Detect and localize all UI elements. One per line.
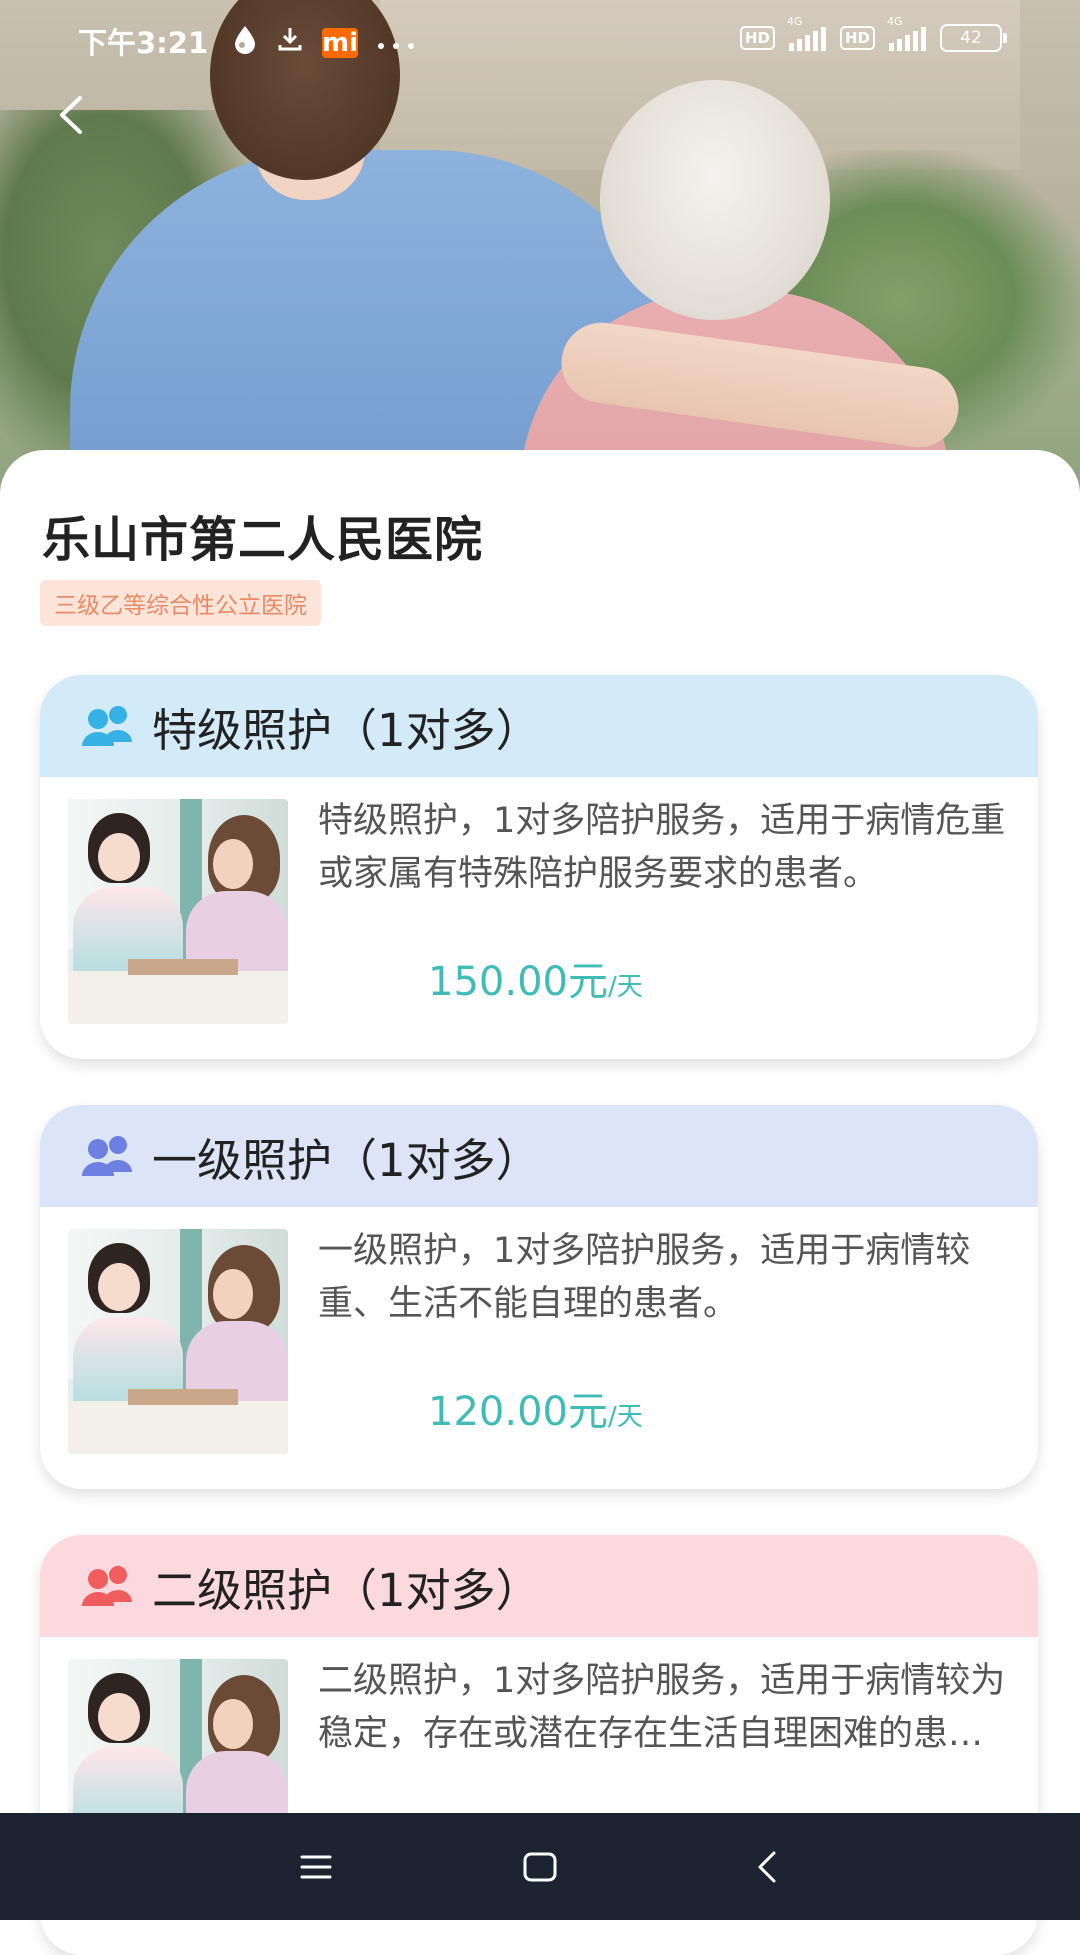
hospital-level-tag: 三级乙等综合性公立医院: [40, 580, 321, 626]
card-header: 特级照护（1对多）: [40, 675, 1038, 777]
nav-menu-button[interactable]: [292, 1843, 340, 1891]
back-chevron-icon: [758, 1851, 776, 1883]
mi-app-icon: mi: [322, 27, 359, 58]
status-notification-icons: mi: [232, 24, 416, 61]
card-title: 特级照护（1对多）: [152, 703, 541, 757]
card-title: 二级照护（1对多）: [152, 1563, 541, 1617]
content-sheet: 乐山市第二人民医院 三级乙等综合性公立医院 特级照护（1对多） 特级照护，1对多…: [0, 450, 1080, 1955]
battery-icon: 42: [940, 24, 1007, 52]
system-navigation-bar: [0, 1813, 1080, 1920]
card-body: 一级照护，1对多陪护服务，适用于病情较重、生活不能自理的患者。 120.00元/…: [40, 1207, 1038, 1487]
signal-icon: 4G: [887, 15, 926, 51]
status-system-icons: HD 4G HD 4G 42: [739, 15, 1007, 52]
price-unit: /天: [607, 972, 643, 1002]
home-square-icon: [523, 1852, 557, 1882]
price-value: 120.00元: [428, 1389, 608, 1435]
card-title: 一级照护（1对多）: [152, 1133, 541, 1187]
nav-back-button[interactable]: [744, 1843, 792, 1891]
signal-label: 4G: [887, 15, 903, 28]
people-group-icon: [82, 706, 132, 746]
back-arrow-icon: [60, 96, 82, 134]
price-value: 150.00元: [428, 959, 608, 1005]
card-body: 特级照护，1对多陪护服务，适用于病情危重或家属有特殊陪护服务要求的患者。 150…: [40, 777, 1038, 1057]
card-header: 二级照护（1对多）: [40, 1535, 1038, 1637]
care-photo: [68, 1229, 288, 1454]
hero-elder-head: [600, 80, 830, 320]
care-card-special[interactable]: 特级照护（1对多） 特级照护，1对多陪护服务，适用于病情危重或家属有特殊陪护服务…: [40, 675, 1038, 1059]
price-unit: /天: [607, 1402, 643, 1432]
nav-home-button[interactable]: [516, 1843, 564, 1891]
hd-badge: HD: [739, 26, 775, 50]
hd-badge: HD: [839, 26, 875, 50]
care-photo: [68, 799, 288, 1024]
menu-icon: [300, 1855, 332, 1879]
card-description: 一级照护，1对多陪护服务，适用于病情较重、生活不能自理的患者。: [318, 1231, 971, 1324]
care-card-level-1[interactable]: 一级照护（1对多） 一级照护，1对多陪护服务，适用于病情较重、生活不能自理的患者…: [40, 1105, 1038, 1489]
signal-label: 4G: [786, 15, 803, 28]
signal-icon: 4G: [787, 15, 826, 51]
download-icon: [276, 25, 304, 60]
card-description: 二级照护，1对多陪护服务，适用于病情较为稳定，存在或潜在存在生活自理困难的患者。: [318, 1661, 1006, 1754]
drop-icon: [232, 24, 258, 61]
people-group-icon: [82, 1566, 132, 1606]
back-button[interactable]: [50, 92, 96, 138]
card-price: 150.00元/天: [428, 949, 643, 1007]
card-description: 特级照护，1对多陪护服务，适用于病情危重或家属有特殊陪护服务要求的患者。: [318, 801, 1006, 894]
status-bar: 下午3:21 mi HD 4G HD 4G 42: [0, 0, 1080, 80]
people-group-icon: [82, 1136, 132, 1176]
status-time: 下午3:21: [78, 26, 209, 60]
more-dots-icon: [376, 28, 416, 58]
card-header: 一级照护（1对多）: [40, 1105, 1038, 1207]
hospital-name: 乐山市第二人民医院: [42, 512, 484, 568]
card-price: 120.00元/天: [428, 1379, 643, 1437]
